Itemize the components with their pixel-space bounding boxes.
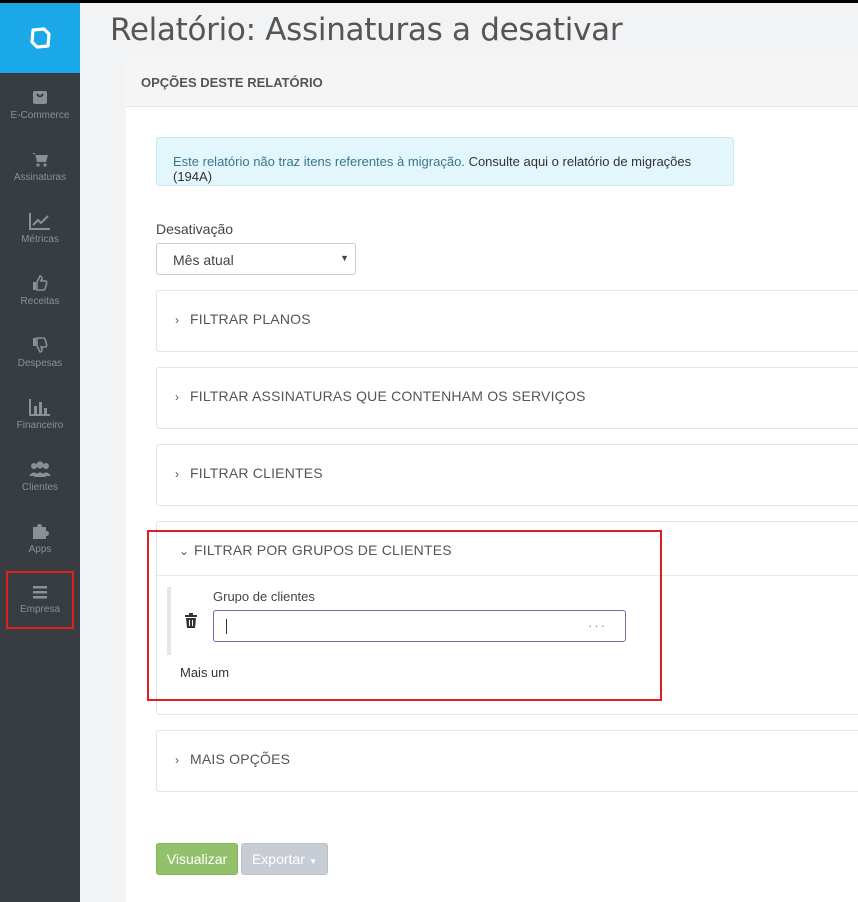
filter-planos-title: FILTRAR PLANOS [190, 311, 311, 327]
info-text: Este relatório não traz itens referentes… [173, 154, 733, 184]
caret-down-icon: ▼ [340, 253, 349, 263]
sidebar: E-Commerce Assinaturas Métricas Receitas… [0, 3, 80, 902]
thumbs-up-icon [33, 275, 48, 291]
caret-down-icon: ▼ [306, 857, 318, 866]
top-border [0, 0, 858, 3]
exportar-label: Exportar [251, 851, 305, 867]
panel-header-title: OPÇÕES DESTE RELATÓRIO [141, 75, 323, 90]
info-message: Este relatório não traz itens referentes… [173, 154, 465, 169]
visualizar-button[interactable]: Visualizar [156, 843, 238, 875]
line-chart-icon [29, 213, 50, 230]
sidebar-item-label: Apps [28, 544, 52, 555]
desativacao-value: Mês atual [173, 252, 234, 268]
sidebar-item-financeiro[interactable]: Financeiro [0, 398, 80, 456]
desativacao-label: Desativação [156, 221, 234, 237]
sidebar-item-label: E-Commerce [10, 110, 70, 121]
filter-clientes-title: FILTRAR CLIENTES [190, 465, 323, 481]
chevron-right-icon: › [175, 390, 180, 404]
app-logo[interactable] [0, 3, 80, 73]
panel-header: OPÇÕES DESTE RELATÓRIO [126, 58, 858, 107]
sidebar-item-clientes[interactable]: Clientes [0, 460, 80, 518]
filter-servicos-accordion[interactable]: › FILTRAR ASSINATURAS QUE CONTENHAM OS SE… [156, 367, 858, 429]
shopping-bag-icon [33, 91, 47, 104]
sidebar-item-despesas[interactable]: Despesas [0, 336, 80, 394]
desativacao-select[interactable]: Mês atual ▼ [156, 243, 356, 275]
filter-servicos-title: FILTRAR ASSINATURAS QUE CONTENHAM OS SER… [190, 388, 586, 404]
sidebar-item-metricas[interactable]: Métricas [0, 212, 80, 270]
thumbs-down-icon [33, 337, 48, 353]
info-alert: Este relatório não traz itens referentes… [156, 137, 734, 186]
page-title: Relatório: Assinaturas a desativar [110, 12, 623, 48]
cart-icon [32, 153, 48, 167]
puzzle-icon [33, 524, 49, 539]
chevron-right-icon: › [175, 467, 180, 481]
sidebar-item-receitas[interactable]: Receitas [0, 274, 80, 332]
logo-icon [30, 27, 51, 49]
empresa-highlight-box [6, 571, 74, 629]
sidebar-item-assinaturas[interactable]: Assinaturas [0, 150, 80, 208]
filter-planos-accordion[interactable]: › FILTRAR PLANOS [156, 290, 858, 352]
chevron-right-icon: › [175, 753, 180, 767]
mais-opcoes-title: MAIS OPÇÕES [190, 751, 291, 767]
sidebar-item-label: Receitas [20, 296, 60, 307]
filter-clientes-accordion[interactable]: › FILTRAR CLIENTES [156, 444, 858, 506]
exportar-button[interactable]: Exportar ▼ [241, 843, 328, 875]
users-icon [29, 461, 51, 477]
sidebar-item-label: Clientes [21, 482, 59, 493]
sidebar-item-label: Despesas [17, 358, 63, 369]
grupos-highlight-box [147, 530, 662, 701]
bar-chart-icon [29, 399, 50, 416]
sidebar-item-ecommerce[interactable]: E-Commerce [0, 88, 80, 146]
sidebar-item-label: Assinaturas [13, 172, 67, 183]
filter-mais-opcoes-accordion[interactable]: › MAIS OPÇÕES [156, 730, 858, 792]
sidebar-item-label: Métricas [21, 234, 59, 245]
sidebar-item-label: Financeiro [16, 420, 64, 431]
chevron-right-icon: › [175, 313, 180, 327]
